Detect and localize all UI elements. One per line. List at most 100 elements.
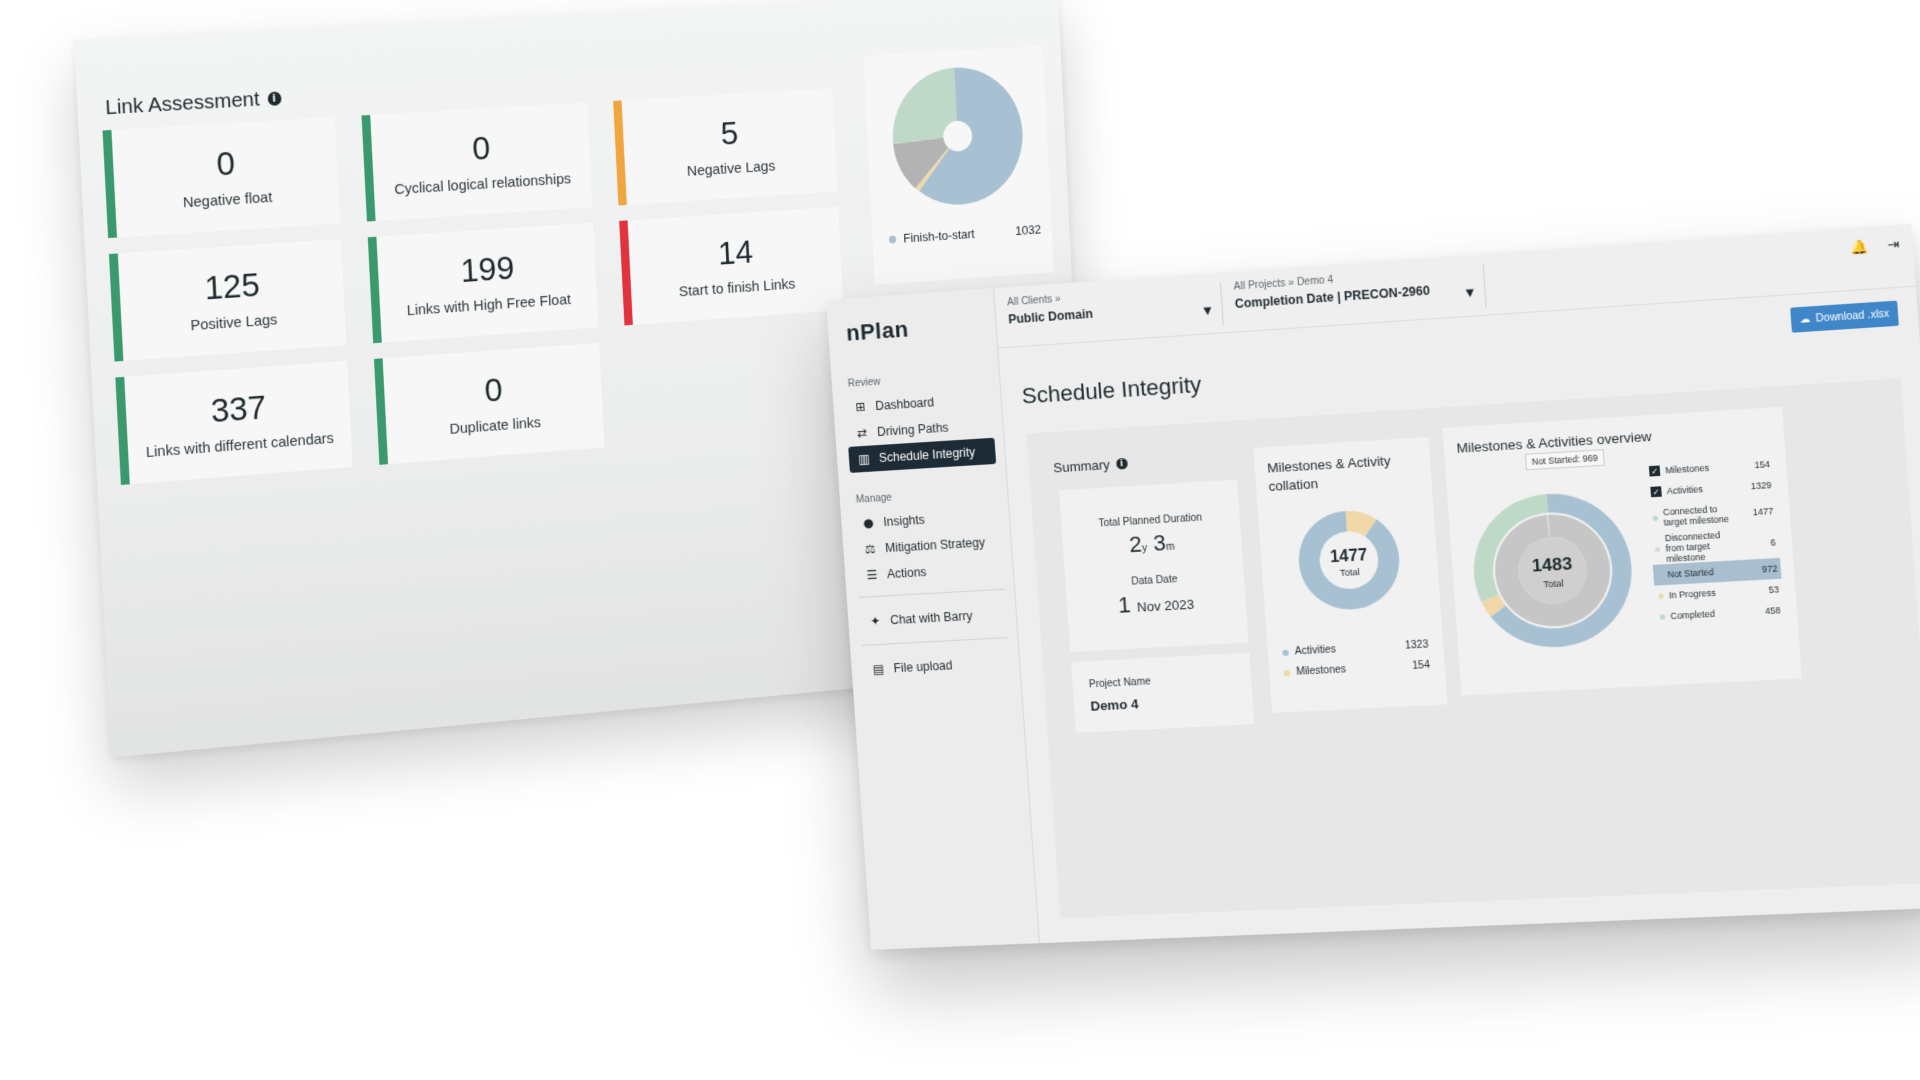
legend-value: 1329 <box>1750 479 1772 492</box>
legend-label: Finish-to-start <box>902 226 976 246</box>
stat-card-duplicate-links[interactable]: 0 Duplicate links <box>373 342 605 465</box>
sidebar-item-file-upload[interactable]: ▤ File upload <box>863 649 1011 683</box>
duration-months-unit: m <box>1165 541 1175 554</box>
nplan-app-window: nPlan Review ⊞ Dashboard ⇄ Driving Paths… <box>826 223 1920 950</box>
stat-value: 337 <box>209 388 267 431</box>
overview-donut-chart: 1483 Total <box>1468 489 1637 651</box>
project-name-label: Project Name <box>1088 676 1152 691</box>
sidebar-item-label: Schedule Integrity <box>878 445 976 466</box>
legend-dot <box>1282 649 1289 656</box>
legend-label: Connected to target milestone <box>1662 503 1730 528</box>
legend-label: Activities <box>1294 644 1337 658</box>
collation-total-label: Total <box>1339 567 1360 578</box>
collation-legend-milestones[interactable]: Milestones 154 <box>1283 660 1430 679</box>
stat-label: Negative float <box>182 188 273 212</box>
sidebar-item-label: Actions <box>886 564 927 582</box>
stat-value: 0 <box>483 371 504 410</box>
chart-icon: ▥ <box>857 451 871 467</box>
sidebar-item-label: Mitigation Strategy <box>884 535 986 556</box>
checkbox-icon[interactable]: ✓ <box>1650 486 1662 498</box>
stat-value: 199 <box>459 249 516 290</box>
stat-card-different-calendars[interactable]: 337 Links with different calendars <box>115 360 353 485</box>
legend-value: 1323 <box>1404 639 1429 652</box>
download-button-label: Download .xlsx <box>1815 307 1890 325</box>
legend-value: 53 <box>1768 584 1780 596</box>
stat-card-cyclical[interactable]: 0 Cyclical logical relationships <box>361 102 593 222</box>
data-date-value: 1 Nov 2023 <box>1066 586 1246 622</box>
bell-icon[interactable]: 🔔 <box>1851 239 1870 256</box>
legend-dot <box>1654 546 1661 552</box>
chevron-down-icon[interactable]: ▼ <box>1466 288 1475 300</box>
path-icon: ⇄ <box>856 425 868 441</box>
legend-value: 1032 <box>1014 222 1042 238</box>
total-planned-duration-value: 2y 3m <box>1062 525 1242 562</box>
legend-label: Milestones <box>1664 462 1710 476</box>
checkbox-icon[interactable]: ✓ <box>1648 465 1661 477</box>
stat-label: Start to finish Links <box>678 275 796 301</box>
collation-donut-chart: 1477Total <box>1295 508 1403 613</box>
file-icon: ▤ <box>872 661 885 677</box>
sidebar-item-label: Insights <box>882 512 926 530</box>
legend-label: Milestones <box>1295 664 1347 678</box>
stat-value: 14 <box>717 233 754 273</box>
sidebar-item-label: File upload <box>893 658 953 676</box>
overview-total-label: Total <box>1543 578 1564 589</box>
stat-card-negative-lags[interactable]: 5 Negative Lags <box>613 88 838 206</box>
nplan-logo[interactable]: nPlan <box>845 316 909 346</box>
legend-value: 972 <box>1761 563 1778 575</box>
link-assessment-title: Link Assessment i <box>105 87 282 121</box>
stat-label: Negative Lags <box>686 157 776 180</box>
project-selector[interactable]: All Projects » Demo 4 Completion Date | … <box>1233 264 1487 325</box>
collation-legend-activities[interactable]: Activities 1323 <box>1282 639 1429 658</box>
stat-label: Duplicate links <box>449 414 542 438</box>
stat-card-negative-float[interactable]: 0 Negative float <box>102 117 341 239</box>
duration-years-unit: y <box>1141 543 1148 555</box>
project-name-card: Project Name Demo 4 <box>1071 652 1255 733</box>
stat-value: 0 <box>471 129 492 168</box>
stat-card-high-free-float[interactable]: 199 Links with High Free Float <box>367 222 599 344</box>
grid-icon: ⊞ <box>854 399 866 415</box>
info-icon[interactable]: i <box>267 91 282 107</box>
legend-label: Completed <box>1670 608 1716 622</box>
sidebar: nPlan Review ⊞ Dashboard ⇄ Driving Paths… <box>826 288 1040 950</box>
stat-label: Positive Lags <box>190 311 278 335</box>
schedule-integrity-content: Summary i Total Planned Duration 2y 3m D… <box>1026 378 1920 919</box>
link-assessment-heading: Link Assessment <box>104 87 261 120</box>
link-type-pie-card: Finish-to-start 1032 <box>863 45 1054 285</box>
pie-legend-row: Finish-to-start 1032 <box>888 222 1042 246</box>
legend-dot <box>1652 515 1659 521</box>
legend-value: 154 <box>1754 458 1771 471</box>
stat-card-start-to-finish[interactable]: 14 Start to finish Links <box>619 206 844 326</box>
client-selector[interactable]: All Clients » Public Domain ▼ <box>1006 282 1224 340</box>
sidebar-item-label: Chat with Barry <box>889 608 973 628</box>
project-name-value: Demo 4 <box>1089 696 1139 714</box>
legend-value: 1477 <box>1752 505 1774 518</box>
milestones-activity-collation-card: Milestones & Activity collation 1477 Tota… <box>1253 437 1448 713</box>
list-icon: ☰ <box>866 567 878 583</box>
summary-section: Summary i Total Planned Duration 2y 3m D… <box>1042 437 1259 736</box>
sidebar-item-chat-with-barry[interactable]: ✦ Chat with Barry <box>859 601 1007 635</box>
logout-icon[interactable]: ⇥ <box>1887 237 1900 254</box>
stat-label: Cyclical logical relationships <box>393 170 572 199</box>
legend-label: Activities <box>1666 483 1704 497</box>
sparkle-icon: ✦ <box>869 613 881 629</box>
duration-months: 3 <box>1152 529 1167 556</box>
sidebar-section-review: Review <box>847 376 881 390</box>
legend-dot <box>1283 669 1291 677</box>
legend-label: Not Started <box>1667 566 1715 580</box>
info-icon[interactable]: i <box>1115 457 1128 470</box>
link-type-pie-chart <box>889 64 1026 208</box>
chevron-down-icon[interactable]: ▼ <box>1203 306 1212 318</box>
sidebar-divider <box>858 588 1006 598</box>
stat-value: 125 <box>203 266 261 308</box>
download-xlsx-button[interactable]: ☁ Download .xlsx <box>1790 300 1899 333</box>
stat-card-positive-lags[interactable]: 125 Positive Lags <box>108 238 347 362</box>
legend-label: In Progress <box>1668 587 1717 601</box>
milestones-activities-overview-card: Milestones & Activities overview 1483 Tot… <box>1442 406 1802 696</box>
summary-title: Summary i <box>1053 456 1128 476</box>
sidebar-item-label: Driving Paths <box>876 420 950 440</box>
topbar: All Clients » Public Domain ▼ All Projec… <box>994 223 1916 349</box>
duration-years: 2 <box>1128 531 1143 558</box>
legend-dot <box>1658 592 1664 599</box>
stat-label: Links with different calendars <box>145 429 335 462</box>
